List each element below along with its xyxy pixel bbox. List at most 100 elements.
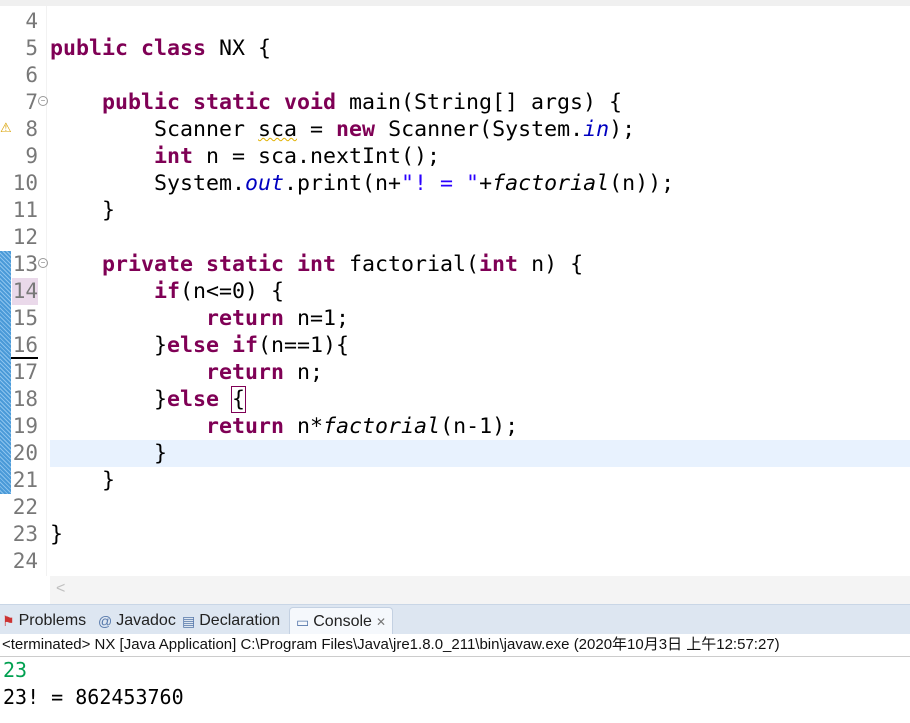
code-token: System. bbox=[50, 171, 246, 196]
code-line: } bbox=[50, 521, 63, 548]
gutter-divider bbox=[46, 6, 47, 576]
code-token: } bbox=[50, 522, 64, 547]
code-token: Scanner bbox=[50, 117, 259, 142]
keyword-token: if bbox=[154, 279, 181, 304]
code-token: in bbox=[583, 117, 610, 142]
code-line: return n=1; bbox=[50, 305, 349, 332]
line-number: 7 bbox=[25, 90, 38, 114]
keyword-token: int bbox=[479, 252, 532, 277]
line-number: 10 bbox=[12, 171, 38, 195]
code-line: public static void main(String[] args) { bbox=[50, 89, 622, 116]
code-token: n=1; bbox=[297, 306, 350, 331]
code-line: System.out.print(n+"! = "+factorial(n)); bbox=[50, 170, 674, 197]
code-token: } bbox=[50, 387, 168, 412]
code-line: } bbox=[50, 440, 167, 467]
code-token: (n==1){ bbox=[258, 333, 350, 358]
code-line: return n*factorial(n-1); bbox=[50, 413, 518, 440]
code-token: } bbox=[50, 468, 116, 493]
keyword-token: return bbox=[206, 414, 298, 439]
keyword-token: return bbox=[206, 306, 298, 331]
code-token: n* bbox=[297, 414, 324, 439]
line-number: 12 bbox=[12, 225, 38, 249]
code-token: sca bbox=[258, 117, 298, 142]
code-token: out bbox=[245, 171, 285, 196]
tab-declaration[interactable]: ▤ Declaration bbox=[182, 607, 280, 635]
code-line: } bbox=[50, 467, 115, 494]
line-number: 9 bbox=[25, 144, 38, 168]
code-token: (n)); bbox=[609, 171, 675, 196]
code-line: private static int factorial(int n) { bbox=[50, 251, 583, 278]
code-editor[interactable]: 4 5 public class NX {6 7− public static voi… bbox=[0, 6, 910, 576]
code-token: Scanner(System. bbox=[388, 117, 584, 142]
console-icon: ▭ bbox=[296, 614, 310, 630]
code-token: } bbox=[50, 333, 168, 358]
code-line: }else { bbox=[50, 386, 247, 413]
line-number: 23 bbox=[12, 522, 38, 546]
line-number: 22 bbox=[12, 495, 38, 519]
code-token: main(String[] args) { bbox=[349, 90, 623, 115]
keyword-token: new bbox=[336, 117, 389, 142]
close-icon[interactable]: ✕ bbox=[376, 608, 386, 636]
line-number: 11 bbox=[12, 198, 38, 222]
tab-console[interactable]: ▭ Console ✕ bbox=[289, 607, 393, 636]
scroll-left-icon[interactable]: < bbox=[56, 580, 65, 598]
code-token: NX { bbox=[219, 36, 272, 61]
warning-bulb-icon[interactable]: ⚠ bbox=[0, 120, 12, 136]
code-token: (n<=0) { bbox=[180, 279, 285, 304]
console-output-line: 23! = 862453760 bbox=[3, 685, 184, 709]
line-number: 24 bbox=[12, 549, 38, 573]
problems-icon: ⚑ bbox=[2, 613, 15, 629]
code-token: factorial bbox=[492, 171, 610, 196]
code-line: Scanner sca = new Scanner(System.in); bbox=[50, 116, 635, 143]
keyword-token: private static int bbox=[102, 252, 350, 277]
code-token: { bbox=[231, 386, 247, 413]
code-line: int n = sca.nextInt(); bbox=[50, 143, 440, 170]
panel-tab-bar: ⚑ Problems @ Javadoc ▤ Declaration ▭ Console ✕ bbox=[0, 604, 910, 636]
line-number: 14 bbox=[12, 278, 38, 305]
current-line-highlight bbox=[50, 440, 910, 467]
line-number: 5 bbox=[25, 36, 38, 60]
keyword-token: public class bbox=[50, 36, 220, 61]
code-token: } bbox=[50, 198, 116, 223]
tab-problems[interactable]: ⚑ Problems bbox=[2, 607, 86, 635]
code-token: + bbox=[479, 171, 493, 196]
fold-collapse-icon[interactable]: − bbox=[38, 96, 48, 106]
tab-label: Console bbox=[313, 613, 372, 630]
tab-javadoc[interactable]: @ Javadoc bbox=[98, 607, 176, 635]
code-token: factorial bbox=[323, 414, 441, 439]
code-line: } bbox=[50, 197, 115, 224]
fold-collapse-icon[interactable]: − bbox=[38, 258, 48, 268]
at-icon: @ bbox=[98, 613, 113, 629]
code-token: = bbox=[297, 117, 337, 142]
code-token: factorial( bbox=[349, 252, 480, 277]
code-line: if(n<=0) { bbox=[50, 278, 284, 305]
keyword-token: else bbox=[167, 387, 233, 412]
code-token: n = sca.nextInt(); bbox=[206, 144, 441, 169]
console-output-line: 23 bbox=[3, 658, 28, 682]
horizontal-scrollbar[interactable]: < bbox=[50, 576, 910, 604]
declaration-icon: ▤ bbox=[182, 613, 196, 629]
code-token: } bbox=[50, 441, 168, 466]
keyword-token: public static void bbox=[102, 90, 350, 115]
line-number: 4 bbox=[25, 9, 38, 33]
code-line: }else if(n==1){ bbox=[50, 332, 349, 359]
code-token: n; bbox=[297, 360, 324, 385]
code-token: n) { bbox=[531, 252, 584, 277]
keyword-token: else if bbox=[167, 333, 259, 358]
code-token: ); bbox=[609, 117, 636, 142]
code-token: "! = " bbox=[401, 171, 480, 196]
keyword-token: return bbox=[206, 360, 298, 385]
tab-label: Declaration bbox=[199, 612, 281, 629]
code-token: .print(n+ bbox=[284, 171, 402, 196]
code-line: return n; bbox=[50, 359, 323, 386]
keyword-token: int bbox=[154, 144, 207, 169]
console-status: <terminated> NX [Java Application] C:\Pr… bbox=[0, 634, 910, 657]
code-token: (n-1); bbox=[440, 414, 519, 439]
